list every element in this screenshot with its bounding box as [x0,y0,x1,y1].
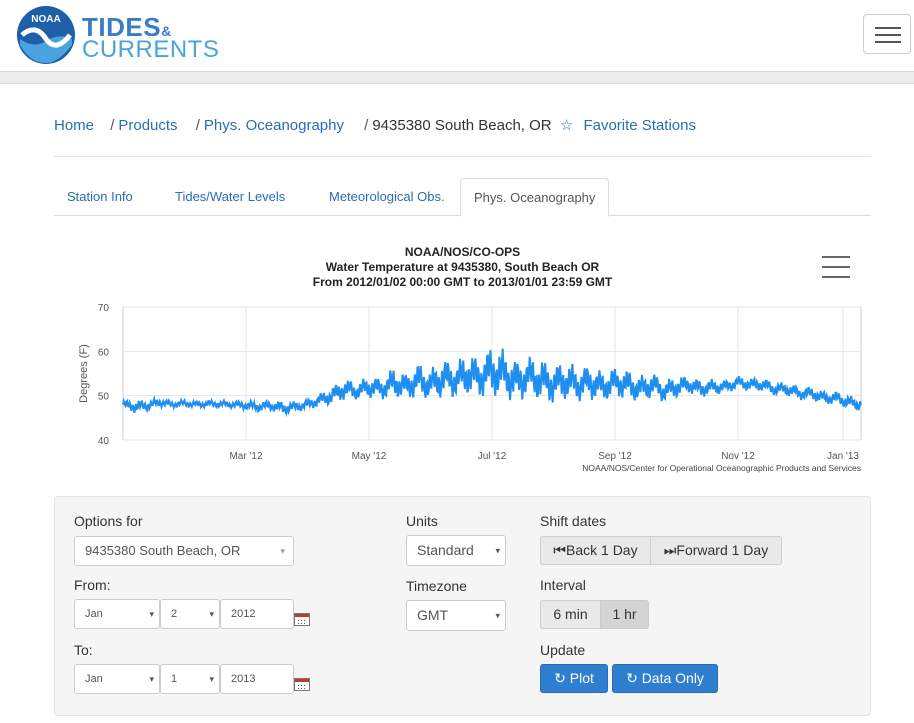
station-select-value: 9435380 South Beach, OR [85,543,241,558]
to-month-select[interactable]: Jan ▾ [74,664,160,694]
hamburger-icon-bar [875,34,901,36]
chevron-down-icon: ▾ [209,609,214,619]
star-outline-icon[interactable]: ☆ [560,117,573,134]
interval-1-hr-label: 1 hr [612,606,637,622]
chart-plot: 70 60 50 40 Mar '12 May '12 Jul '12 Sep '12 Nov … [78,303,862,473]
chevron-down-icon: ▾ [495,610,500,620]
refresh-icon: ↻ [626,670,642,686]
refresh-icon: ↻ [554,670,570,686]
chart-credit: NOAA/NOS/Center for Operational Oceanogr… [582,463,861,473]
y-tick-label: 60 [98,347,110,358]
to-year-value: 2013 [231,673,256,685]
chevron-down-icon: ▾ [209,674,214,684]
breadcrumb-phys-oceanography[interactable]: Phys. Oceanography [204,117,344,134]
tab-meteorological-obs[interactable]: Meteorological Obs. [316,178,458,216]
x-tick-label: May '12 [352,451,387,462]
interval-1-hr-button[interactable]: 1 hr [600,600,649,629]
hamburger-icon [875,27,901,29]
divider [54,156,871,157]
timezone-value: GMT [417,607,449,623]
logo-text: NOAA [31,14,60,25]
step-backward-icon: ⏮ [553,542,566,558]
favorite-stations-link[interactable]: Favorite Stations [583,117,696,134]
x-tick-label: Nov '12 [721,451,755,462]
x-tick-label: Mar '12 [229,451,262,462]
chevron-down-icon: ▾ [495,545,500,555]
to-day-select[interactable]: 1 ▾ [160,664,220,694]
timezone-select[interactable]: GMT ▾ [406,600,506,631]
station-tabs: Station Info Tides/Water Levels Meteorol… [54,178,871,217]
tab-station-info[interactable]: Station Info [54,178,146,216]
top-navbar: NOAA TIDES& CURRENTS [0,0,914,72]
from-month-select[interactable]: Jan ▾ [74,599,160,629]
update-label: Update [540,642,586,658]
breadcrumb-products[interactable]: Products [118,117,177,134]
units-label: Units [406,513,438,529]
forward-1-day-label: Forward 1 Day [676,542,769,558]
hamburger-icon-bar [875,41,901,43]
noaa-logo[interactable]: NOAA [16,5,76,65]
back-1-day-button[interactable]: ⏮Back 1 Day [540,536,651,565]
chevron-down-icon: ▾ [149,609,154,619]
to-year-input[interactable]: 2013 [220,664,294,694]
to-day-value: 1 [171,673,178,685]
y-tick-label: 40 [98,436,110,447]
station-select[interactable]: 9435380 South Beach, OR ▾ [74,536,294,566]
y-axis-label: Degrees (F) [78,344,90,403]
back-1-day-label: Back 1 Day [566,542,638,558]
interval-6-min-label: 6 min [553,606,588,622]
chevron-down-icon: ▾ [149,674,154,684]
timezone-label: Timezone [406,578,467,594]
x-tick-label: Jul '12 [478,451,507,462]
y-tick-label: 50 [98,392,110,403]
to-label: To: [74,642,93,658]
step-forward-icon: ⏭ [663,542,677,558]
from-year-value: 2012 [231,608,256,620]
shift-dates-label: Shift dates [540,513,607,529]
brand-title[interactable]: TIDES& CURRENTS [82,14,219,62]
from-day-value: 2 [171,608,178,620]
y-tick-label: 70 [98,303,110,314]
plot-button-label: Plot [569,670,594,686]
breadcrumb-separator: / [110,117,115,134]
from-year-input[interactable]: 2012 [220,599,294,629]
breadcrumb-home[interactable]: Home [54,117,94,134]
breadcrumb-separator: / [195,117,200,134]
from-month-value: Jan [85,608,103,620]
plot-button[interactable]: ↻ Plot [540,664,608,693]
tab-phys-oceanography[interactable]: Phys. Oceanography [460,178,610,217]
from-label: From: [74,577,111,593]
chevron-down-icon: ▾ [280,546,285,556]
header-divider [0,72,914,84]
interval-label: Interval [540,577,586,593]
brand-currents: CURRENTS [82,36,220,63]
units-select[interactable]: Standard ▾ [406,535,506,566]
options-panel: Options for 9435380 South Beach, OR ▾ Fro… [54,496,871,716]
tab-tides-water-levels[interactable]: Tides/Water Levels [162,178,298,216]
breadcrumb-separator: / [364,117,369,134]
options-for-label: Options for [74,513,143,529]
units-value: Standard [417,542,474,558]
to-month-value: Jan [85,673,103,685]
x-tick-label: Jan '13 [827,451,859,462]
calendar-icon[interactable] [294,613,310,626]
data-only-button-label: Data Only [641,670,704,686]
from-day-select[interactable]: 2 ▾ [160,599,220,629]
hamburger-menu-button[interactable] [863,14,911,54]
data-only-button[interactable]: ↻ Data Only [612,664,718,693]
breadcrumb-current: 9435380 South Beach, OR [372,117,552,134]
water-temperature-chart: NOAA/NOS/CO-OPS Water Temperature at 943… [60,240,870,480]
interval-6-min-button[interactable]: 6 min [540,600,601,629]
forward-1-day-button[interactable]: ⏭Forward 1 Day [650,536,782,565]
x-tick-label: Sep '12 [598,451,632,462]
breadcrumb: Home / Products / Phys. Oceanography /9435… [54,116,696,134]
calendar-icon[interactable] [294,678,310,691]
